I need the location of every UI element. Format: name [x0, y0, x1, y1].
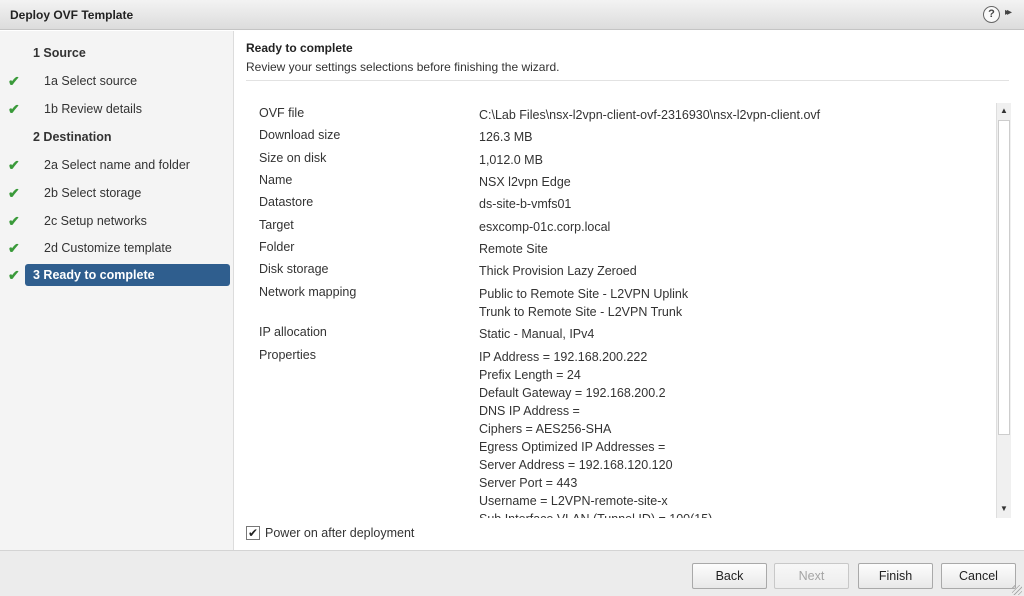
scrollbar[interactable]: ▲ ▼	[996, 103, 1011, 518]
setting-value-line: Egress Optimized IP Addresses =	[479, 440, 666, 454]
setting-value: C:\Lab Files\nsx-l2vpn-client-ovf-231693…	[479, 106, 820, 124]
main-panel: Ready to complete Review your settings s…	[235, 31, 1024, 550]
wizard-steps-sidebar: 1 Source ✔ 1a Select source ✔ 1b Review deta…	[0, 31, 234, 550]
divider	[246, 80, 1009, 81]
setting-value-line: Thick Provision Lazy Zeroed	[479, 264, 637, 278]
setting-value-line: Ciphers = AES256-SHA	[479, 422, 612, 436]
setting-key: Properties	[259, 348, 316, 362]
wizard-step[interactable]: ✔ 1a Select source	[0, 70, 234, 92]
setting-key: Download size	[259, 128, 341, 142]
setting-value-line: Username = L2VPN-remote-site-x	[479, 494, 668, 508]
setting-key: Name	[259, 173, 293, 187]
setting-value-line: IP Address = 192.168.200.222	[479, 350, 648, 364]
setting-value: 126.3 MB	[479, 128, 533, 146]
setting-value-line: DNS IP Address =	[479, 404, 580, 418]
check-icon: ✔	[8, 213, 20, 229]
wizard-step[interactable]: 1 Source	[0, 42, 234, 64]
setting-value: Static - Manual, IPv4	[479, 325, 594, 343]
wizard-step[interactable]: ✔ 2c Setup networks	[0, 210, 234, 232]
setting-key: Folder	[259, 240, 295, 254]
page-subtitle: Review your settings selections before f…	[246, 60, 560, 74]
wizard-step-label: 3 Ready to complete	[33, 268, 155, 282]
setting-key: Network mapping	[259, 285, 357, 299]
setting-value-line: 1,012.0 MB	[479, 153, 543, 167]
check-icon: ✔	[8, 267, 20, 283]
window-title: Deploy OVF Template	[10, 8, 134, 22]
power-on-label[interactable]: Power on after deployment	[265, 526, 414, 540]
check-icon: ✔	[8, 157, 20, 173]
setting-value-line: NSX l2vpn Edge	[479, 175, 571, 189]
finish-button[interactable]: Finish	[858, 563, 933, 589]
setting-value: Remote Site	[479, 240, 548, 258]
setting-value-line: esxcomp-01c.corp.local	[479, 220, 611, 234]
back-button[interactable]: Back	[692, 563, 767, 589]
setting-key: Target	[259, 218, 294, 232]
wizard-step-label: 2 Destination	[33, 130, 112, 144]
page-title: Ready to complete	[246, 41, 353, 55]
scroll-thumb[interactable]	[998, 120, 1010, 435]
setting-value: Public to Remote Site - L2VPN Uplink Trun…	[479, 285, 688, 321]
wizard-step[interactable]: ✔ 1b Review details	[0, 98, 234, 120]
wizard-step[interactable]: ✔ 2b Select storage	[0, 182, 234, 204]
setting-value: ds-site-b-vmfs01	[479, 195, 571, 213]
setting-key: Datastore	[259, 195, 314, 209]
wizard-step[interactable]: ✔ 3 Ready to complete	[0, 264, 234, 286]
setting-value-line: Default Gateway = 192.168.200.2	[479, 386, 666, 400]
wizard-step-label: 2a Select name and folder	[44, 158, 190, 172]
setting-key: IP allocation	[259, 325, 327, 339]
setting-value-line: Sub Interface VLAN (Tunnel ID) = 100(15)	[479, 510, 712, 518]
setting-key: Disk storage	[259, 262, 329, 276]
setting-value: 1,012.0 MB	[479, 151, 543, 169]
cancel-button[interactable]: Cancel	[941, 563, 1016, 589]
footer-bar: Back Next Finish Cancel	[0, 550, 1024, 596]
setting-value-line: ds-site-b-vmfs01	[479, 197, 572, 211]
setting-key: Size on disk	[259, 151, 327, 165]
resize-grip[interactable]	[1012, 585, 1022, 595]
setting-value-line: C:\Lab Files\nsx-l2vpn-client-ovf-231693…	[479, 108, 821, 122]
title-bar: Deploy OVF Template ? ▸▸	[0, 0, 1024, 30]
setting-value-line: Server Address = 192.168.120.120	[479, 458, 673, 472]
settings-summary: OVF file C:\Lab Files\nsx-l2vpn-client-ov…	[246, 101, 1010, 518]
wizard-step-label: 1 Source	[33, 46, 86, 60]
setting-value-line: Public to Remote Site - L2VPN Uplink	[479, 287, 689, 301]
next-button: Next	[774, 563, 849, 589]
wizard-step-label: 2d Customize template	[44, 241, 172, 255]
wizard-step-label: 2c Setup networks	[44, 214, 147, 228]
check-icon: ✔	[8, 240, 20, 256]
check-icon: ✔	[8, 73, 20, 89]
power-on-checkbox[interactable]: ✔	[246, 526, 260, 540]
wizard-step-label: 1b Review details	[44, 102, 142, 116]
check-icon: ✔	[8, 185, 20, 201]
setting-key: OVF file	[259, 106, 305, 120]
setting-value-line: Static - Manual, IPv4	[479, 327, 595, 341]
setting-value: esxcomp-01c.corp.local	[479, 218, 610, 236]
wizard-step-label: 2b Select storage	[44, 186, 142, 200]
setting-value-line: Trunk to Remote Site - L2VPN Trunk	[479, 305, 683, 319]
setting-value: Thick Provision Lazy Zeroed	[479, 262, 637, 280]
setting-value-line: Server Port = 443	[479, 476, 578, 490]
wizard-step[interactable]: ✔ 2a Select name and folder	[0, 154, 234, 176]
wizard-step[interactable]: 2 Destination	[0, 126, 234, 148]
scroll-up-icon[interactable]: ▲	[997, 103, 1011, 119]
setting-value-line: Remote Site	[479, 242, 548, 256]
setting-value: NSX l2vpn Edge	[479, 173, 571, 191]
setting-value: IP Address = 192.168.200.222 Prefix Lengt…	[479, 348, 712, 518]
setting-value-line: Prefix Length = 24	[479, 368, 581, 382]
wizard-step[interactable]: ✔ 2d Customize template	[0, 237, 234, 259]
wizard-step-label: 1a Select source	[44, 74, 138, 88]
expand-icon[interactable]: ▸▸	[1005, 7, 1012, 18]
check-icon: ✔	[8, 101, 20, 117]
scroll-down-icon[interactable]: ▼	[997, 501, 1011, 517]
setting-value-line: 126.3 MB	[479, 130, 533, 144]
help-icon[interactable]: ?	[983, 6, 1000, 23]
